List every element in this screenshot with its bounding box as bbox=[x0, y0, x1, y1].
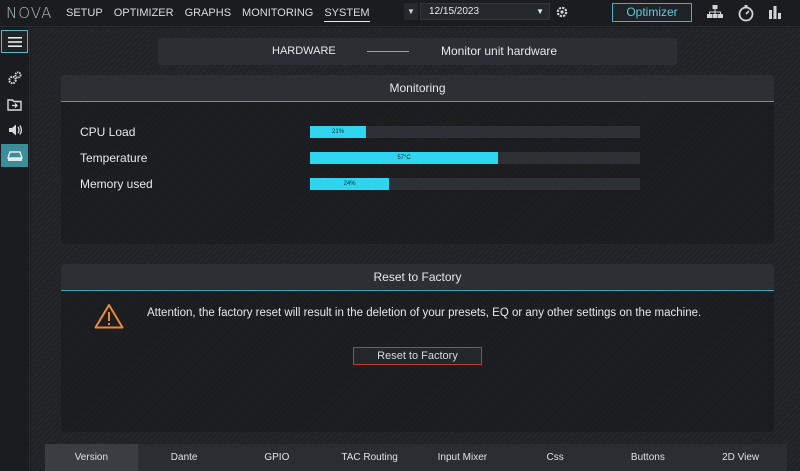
temperature-fill: 57°C bbox=[310, 152, 499, 164]
monitor-row-temperature: Temperature 57°C bbox=[80, 151, 680, 165]
reset-panel: Reset to Factory Attention, the factory … bbox=[61, 264, 774, 432]
sidebar-item-audio[interactable] bbox=[1, 118, 28, 141]
network-icon[interactable] bbox=[706, 4, 726, 22]
tab-version[interactable]: Version bbox=[45, 444, 138, 471]
app-logo: NOVA bbox=[6, 4, 53, 22]
cpu-load-label: CPU Load bbox=[80, 125, 136, 139]
folder-import-icon bbox=[7, 98, 22, 111]
temperature-label: Temperature bbox=[80, 151, 148, 165]
section-title: Monitor unit hardware bbox=[441, 44, 558, 58]
memory-used-label: Memory used bbox=[80, 177, 153, 191]
top-bar: NOVA SETUP OPTIMIZER GRAPHS MONITORING S… bbox=[0, 0, 800, 27]
cpu-load-bar: 21% bbox=[310, 126, 640, 138]
caret-down-icon[interactable]: ▼ bbox=[404, 3, 418, 20]
stopwatch-icon[interactable] bbox=[737, 4, 757, 22]
speaker-icon bbox=[8, 124, 22, 135]
hardware-device-icon bbox=[6, 150, 23, 161]
main-nav: SETUP OPTIMIZER GRAPHS MONITORING SYSTEM bbox=[66, 7, 381, 22]
sidebar-item-setup[interactable] bbox=[1, 66, 28, 89]
memory-used-fill: 24% bbox=[310, 178, 390, 190]
tab-buttons[interactable]: Buttons bbox=[602, 444, 695, 471]
nav-monitoring[interactable]: MONITORING bbox=[242, 7, 313, 22]
section-header: HARDWARE Monitor unit hardware bbox=[158, 38, 677, 65]
tab-input-mixer[interactable]: Input Mixer bbox=[416, 444, 509, 471]
monitor-row-cpu: CPU Load 21% bbox=[80, 125, 680, 139]
memory-used-bar: 24% bbox=[310, 178, 640, 190]
temperature-bar: 57°C bbox=[310, 152, 640, 164]
tab-css[interactable]: Css bbox=[509, 444, 602, 471]
header-divider bbox=[367, 51, 409, 52]
optimizer-button[interactable]: Optimizer bbox=[612, 3, 692, 22]
reset-warning-text: Attention, the factory reset will result… bbox=[147, 307, 702, 319]
menu-button[interactable] bbox=[1, 30, 28, 53]
reset-title: Reset to Factory bbox=[61, 264, 774, 291]
gears-icon bbox=[7, 71, 21, 84]
chevron-down-icon: ▼ bbox=[536, 7, 544, 16]
sidebar-item-hardware[interactable] bbox=[1, 144, 28, 167]
menu-icon bbox=[7, 36, 22, 47]
date-value: 12/15/2023 bbox=[429, 6, 480, 17]
monitoring-panel: Monitoring CPU Load 21% Temperature 57°C… bbox=[61, 75, 774, 244]
section-category: HARDWARE bbox=[272, 45, 336, 57]
bar-meter-icon[interactable] bbox=[767, 4, 787, 22]
monitoring-title: Monitoring bbox=[61, 75, 774, 102]
date-select[interactable]: 12/15/2023 ▼ bbox=[420, 3, 550, 20]
bottom-tabs: Version Dante GPIO TAC Routing Input Mix… bbox=[45, 444, 787, 471]
tab-dante[interactable]: Dante bbox=[138, 444, 231, 471]
nav-graphs[interactable]: GRAPHS bbox=[185, 7, 231, 22]
nav-system[interactable]: SYSTEM bbox=[324, 7, 370, 22]
warning-icon bbox=[94, 303, 124, 329]
sidebar-item-files[interactable] bbox=[1, 92, 28, 115]
tab-tac-routing[interactable]: TAC Routing bbox=[323, 444, 416, 471]
cpu-load-fill: 21% bbox=[310, 126, 367, 138]
tab-2d-view[interactable]: 2D View bbox=[694, 444, 787, 471]
reset-to-factory-button[interactable]: Reset to Factory bbox=[353, 347, 482, 365]
gear-icon[interactable] bbox=[555, 3, 569, 20]
tab-gpio[interactable]: GPIO bbox=[231, 444, 324, 471]
sidebar bbox=[0, 27, 30, 471]
nav-optimizer[interactable]: OPTIMIZER bbox=[114, 7, 174, 22]
nav-setup[interactable]: SETUP bbox=[66, 7, 103, 22]
monitor-row-memory: Memory used 24% bbox=[80, 177, 680, 191]
